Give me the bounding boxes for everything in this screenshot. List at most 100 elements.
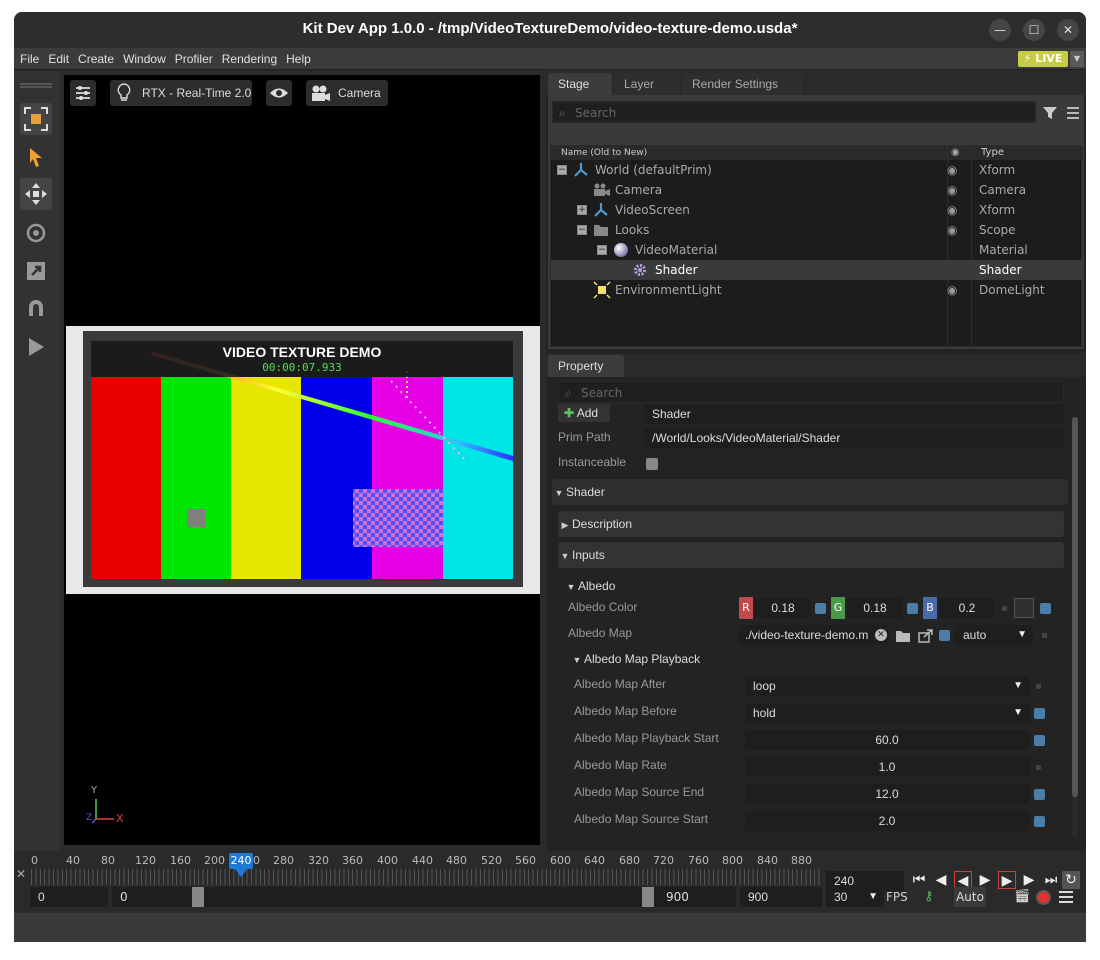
override-marker[interactable] xyxy=(1034,789,1045,800)
viewport-settings-button[interactable] xyxy=(70,80,96,106)
visibility-eye-icon[interactable]: ◉ xyxy=(947,220,957,240)
albedo-map-playback-start-field[interactable]: 60.0 xyxy=(745,730,1029,750)
visibility-eye-icon[interactable]: ◉ xyxy=(947,160,957,180)
albedo-map-mode-dropdown[interactable]: auto ▼ xyxy=(955,625,1033,645)
skip-to-start-icon[interactable]: ⏮ xyxy=(910,871,928,889)
step-forward-icon[interactable]: ▶ xyxy=(1020,871,1038,889)
albedo-map-rate-field[interactable]: 1.0 xyxy=(745,757,1029,777)
collapse-icon[interactable]: − xyxy=(557,165,567,175)
override-marker[interactable] xyxy=(907,603,918,614)
hamburger-menu-icon[interactable] xyxy=(1066,106,1080,120)
snap-magnet-icon[interactable] xyxy=(20,293,52,325)
albedo-map-field[interactable]: ./video-texture-demo.m xyxy=(739,625,889,645)
albedo-color-swatch[interactable] xyxy=(1014,598,1034,618)
override-marker[interactable] xyxy=(1034,816,1045,827)
add-button[interactable]: ✚ Add xyxy=(558,404,610,422)
albedo-map-before-dropdown[interactable]: hold ▼ xyxy=(745,703,1029,723)
skip-to-end-icon[interactable]: ⏭ xyxy=(1042,871,1060,889)
close-button[interactable]: ✕ xyxy=(1057,19,1079,41)
menu-rendering[interactable]: Rendering xyxy=(219,48,280,70)
stage-row-environmentlight[interactable]: EnvironmentLight ◉ DomeLight xyxy=(551,280,1083,300)
visibility-eye-icon[interactable]: ◉ xyxy=(947,200,957,220)
albedo-map-source-end-field[interactable]: 12.0 xyxy=(745,784,1029,804)
range-end-handle[interactable] xyxy=(642,887,654,907)
albedo-map-after-dropdown[interactable]: loop ▼ xyxy=(745,676,1029,696)
stage-row-shader[interactable]: Shader Shader xyxy=(551,260,1083,280)
menu-edit[interactable]: Edit xyxy=(45,48,72,70)
tab-stage[interactable]: Stage xyxy=(548,73,612,95)
property-search-input[interactable]: ⌕ Search xyxy=(558,381,1064,403)
tab-layer[interactable]: Layer xyxy=(614,73,680,95)
timeline-menu-icon[interactable] xyxy=(1058,890,1074,904)
minimize-button[interactable]: — xyxy=(989,19,1011,41)
override-marker[interactable] xyxy=(1034,708,1045,719)
menu-file[interactable]: File xyxy=(17,48,42,70)
col-type-header[interactable]: Type xyxy=(981,146,1004,160)
prim-name-field[interactable]: Shader xyxy=(644,404,1064,424)
override-marker[interactable] xyxy=(815,603,826,614)
col-name-header[interactable]: Name (Old to New) xyxy=(561,146,647,160)
range-start-handle[interactable] xyxy=(192,887,204,907)
property-scrollbar-thumb[interactable] xyxy=(1072,417,1078,797)
tab-property[interactable]: Property xyxy=(548,355,624,377)
visibility-button[interactable] xyxy=(266,80,292,106)
move-icon[interactable] xyxy=(20,178,52,210)
record-icon[interactable] xyxy=(1038,892,1049,903)
maximize-button[interactable]: ☐ xyxy=(1023,19,1045,41)
end-time-field[interactable]: 900 xyxy=(740,887,822,907)
folder-icon[interactable] xyxy=(895,629,911,643)
live-button[interactable]: ⚡ LIVE xyxy=(1018,51,1068,67)
albedo-r-field[interactable]: 0.18 xyxy=(755,598,811,618)
menu-profiler[interactable]: Profiler xyxy=(172,48,216,70)
menu-window[interactable]: Window xyxy=(120,48,169,70)
play-icon[interactable] xyxy=(20,331,52,363)
range-slider[interactable]: 0 900 xyxy=(112,887,736,907)
override-marker[interactable] xyxy=(939,630,950,641)
select-arrow-icon[interactable] xyxy=(20,141,52,173)
playhead-marker[interactable]: 240 xyxy=(229,853,253,869)
close-timeline-icon[interactable]: ✕ xyxy=(16,867,26,881)
clapperboard-icon[interactable]: 🎬︎ xyxy=(1014,889,1031,904)
timeline-ruler[interactable]: 0 40 80 120 160 200 240 280 320 360 400 … xyxy=(31,853,821,887)
auto-key-button[interactable]: Auto xyxy=(954,887,986,907)
stage-row-looks[interactable]: − Looks ◉ Scope xyxy=(551,220,1083,240)
property-scrollbar[interactable] xyxy=(1072,417,1078,837)
visibility-eye-icon[interactable]: ◉ xyxy=(947,180,957,200)
albedo-g-field[interactable]: 0.18 xyxy=(847,598,903,618)
filter-icon[interactable] xyxy=(1042,105,1058,121)
stage-search-input[interactable]: ⌕ Search xyxy=(552,101,1036,123)
live-dropdown-icon[interactable]: ▼ xyxy=(1070,51,1084,67)
menu-help[interactable]: Help xyxy=(283,48,314,70)
select-mode-icon[interactable] xyxy=(20,103,52,135)
instanceable-checkbox[interactable] xyxy=(646,458,658,470)
stage-row-camera[interactable]: Camera ◉ Camera xyxy=(551,180,1083,200)
stage-row-videomaterial[interactable]: − VideoMaterial Material xyxy=(551,240,1083,260)
scale-icon[interactable] xyxy=(20,255,52,287)
next-key-icon[interactable]: ▶ xyxy=(998,871,1016,889)
description-section-header[interactable]: ▶ Description xyxy=(558,511,1064,537)
prim-path-field[interactable]: /World/Looks/VideoMaterial/Shader xyxy=(644,428,1064,448)
menu-create[interactable]: Create xyxy=(75,48,117,70)
open-external-icon[interactable] xyxy=(918,629,934,643)
collapse-icon[interactable]: − xyxy=(597,245,607,255)
fps-dropdown[interactable]: 30 ▼ xyxy=(826,887,884,907)
override-marker[interactable] xyxy=(1040,603,1051,614)
visibility-eye-icon[interactable]: ◉ xyxy=(947,280,957,300)
step-back-icon[interactable]: ◀ xyxy=(932,871,950,889)
stage-row-world[interactable]: − World (defaultPrim) ◉ Xform xyxy=(551,160,1083,180)
albedo-section-header[interactable]: ▼ Albedo xyxy=(564,573,1064,599)
clear-icon[interactable]: ✕ xyxy=(875,629,887,641)
start-time-field[interactable]: 0 xyxy=(30,887,108,907)
rotate-icon[interactable] xyxy=(20,217,52,249)
stage-row-videoscreen[interactable]: + VideoScreen ◉ Xform xyxy=(551,200,1083,220)
loop-icon[interactable]: ↻ xyxy=(1062,871,1080,889)
renderer-button[interactable]: RTX - Real-Time 2.0 xyxy=(110,80,252,106)
inputs-section-header[interactable]: ▼ Inputs xyxy=(558,542,1064,568)
collapse-icon[interactable]: − xyxy=(577,225,587,235)
albedo-b-field[interactable]: 0.2 xyxy=(939,598,995,618)
override-marker[interactable] xyxy=(1034,735,1045,746)
shader-section-header[interactable]: ▼ Shader xyxy=(552,479,1068,505)
tab-render-settings[interactable]: Render Settings xyxy=(682,73,802,95)
viewport[interactable]: RTX - Real-Time 2.0 Camera VIDEO TEXTURE… xyxy=(64,75,540,845)
albedo-map-source-start-field[interactable]: 2.0 xyxy=(745,811,1029,831)
